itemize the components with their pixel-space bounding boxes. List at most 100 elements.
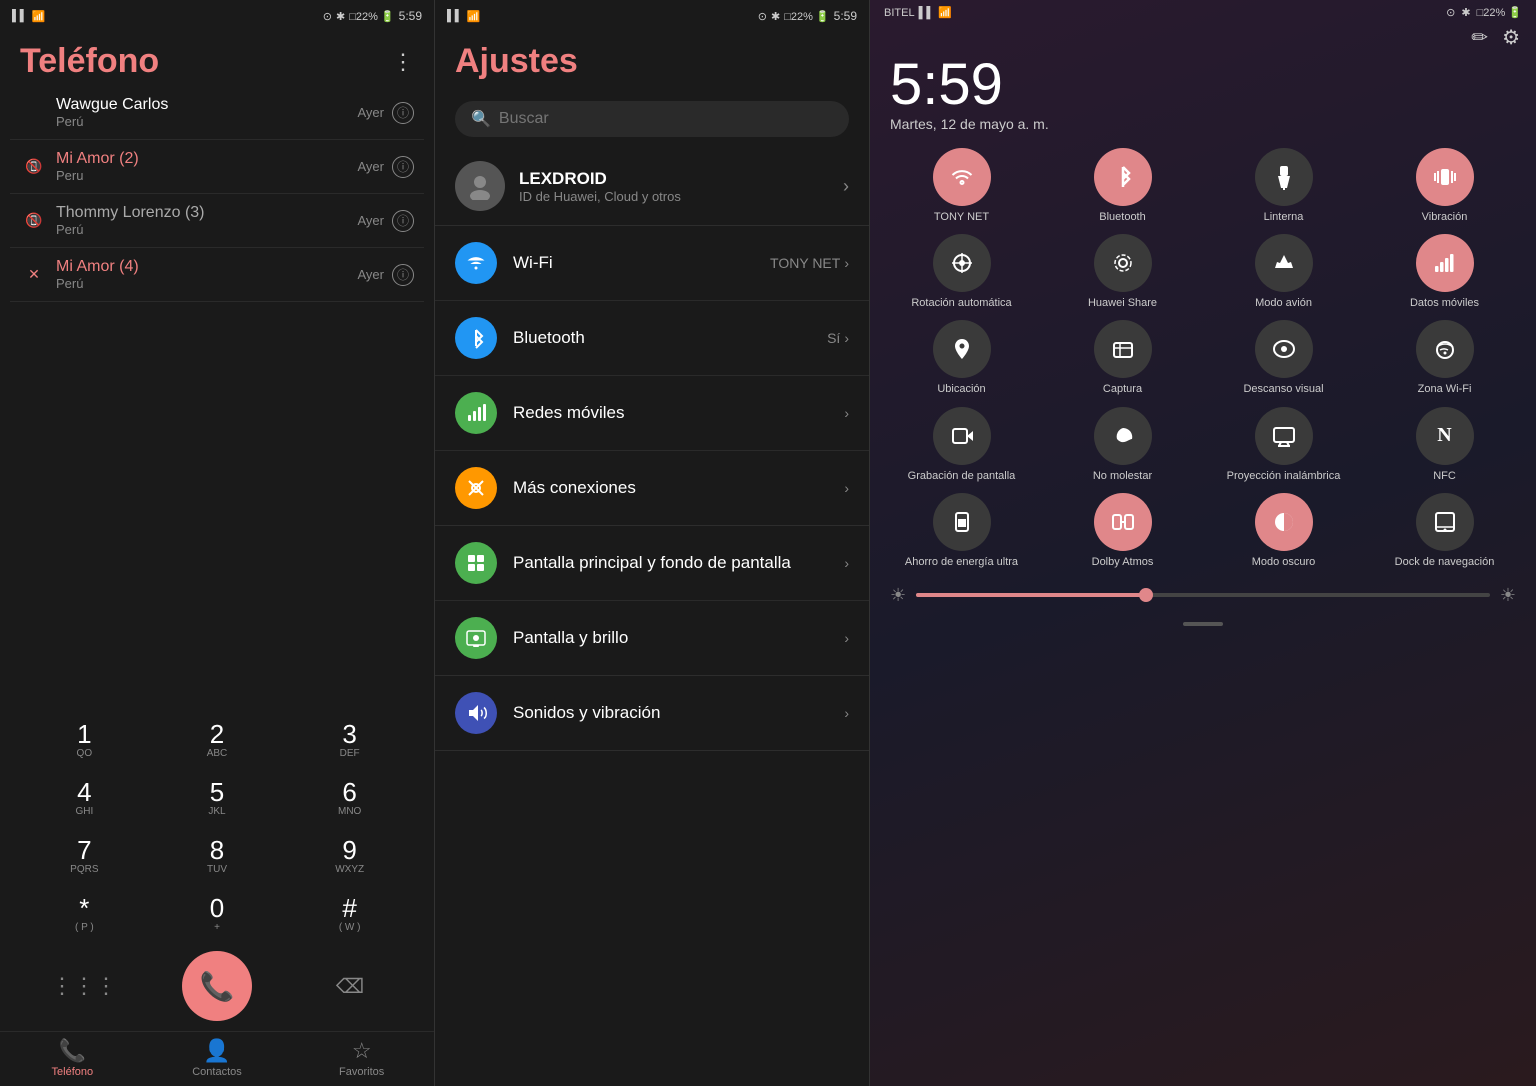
projection-quick-icon <box>1255 407 1313 465</box>
nav-item-telefono[interactable]: 📞 Teléfono <box>0 1038 145 1078</box>
contact-name: Thommy Lorenzo (3) <box>56 204 358 222</box>
contact-info-button[interactable]: ⓘ <box>392 210 414 232</box>
list-item[interactable]: Wawgue Carlos Perú Ayer ⓘ <box>10 86 424 140</box>
gear-icon[interactable]: ⚙ <box>1502 25 1520 50</box>
quick-tile-wifi-zone[interactable]: Zona Wi-Fi <box>1369 320 1520 396</box>
settings-item-homescreen[interactable]: Pantalla principal y fondo de pantalla › <box>435 526 869 601</box>
dark-mode-quick-icon <box>1255 493 1313 551</box>
contact-subtitle: Peru <box>56 168 358 183</box>
list-item[interactable]: ✕ Mi Amor (4) Perú Ayer ⓘ <box>10 248 424 302</box>
profile-info: LEXDROID ID de Huawei, Cloud y otros <box>519 169 843 204</box>
pencil-icon[interactable]: ✏ <box>1471 25 1488 50</box>
contact-time: Ayer <box>358 105 385 120</box>
dial-key-6[interactable]: 6MNO <box>285 771 414 825</box>
contact-subtitle: Perú <box>56 114 358 129</box>
alarm-icon: ⊙ <box>323 10 332 23</box>
homescreen-label: Pantalla principal y fondo de pantalla <box>513 553 828 573</box>
list-item[interactable]: 📵 Thommy Lorenzo (3) Perú Ayer ⓘ <box>10 194 424 248</box>
alarm-icon-3: ⊙ <box>1446 6 1455 19</box>
dialpad-bottom-row: ⋮⋮⋮ 📞 ⌫ <box>20 951 414 1021</box>
dial-key-7[interactable]: 7PQRS <box>20 829 149 883</box>
quick-label-dolby: Dolby Atmos <box>1092 556 1154 569</box>
contact-info-button[interactable]: ⓘ <box>392 102 414 124</box>
mobile-label: Redes móviles <box>513 403 828 423</box>
dial-key-1[interactable]: 1QO <box>20 713 149 767</box>
homescreen-value: › <box>844 555 849 571</box>
quick-label-bluetooth: Bluetooth <box>1099 211 1145 224</box>
contact-info-button[interactable]: ⓘ <box>392 264 414 286</box>
quick-tile-screen-record[interactable]: Grabación de pantalla <box>886 407 1037 483</box>
quick-tile-nav-dock[interactable]: Dock de navegación <box>1369 493 1520 569</box>
contact-details: Wawgue Carlos Perú <box>56 96 358 129</box>
status-bar-1: ▌▌ 📶 ⊙ ✱ □22% 🔋 5:59 <box>0 0 434 32</box>
profile-subtitle: ID de Huawei, Cloud y otros <box>519 189 843 204</box>
quick-tile-ultra-save[interactable]: Ahorro de energía ultra <box>886 493 1037 569</box>
brightness-thumb[interactable] <box>1139 588 1153 602</box>
quick-label-huawei-share: Huawei Share <box>1088 297 1157 310</box>
quick-tile-rest[interactable]: Descanso visual <box>1208 320 1359 396</box>
settings-item-wifi[interactable]: Wi-Fi TONY NET › <box>435 226 869 301</box>
avatar <box>455 161 505 211</box>
search-input[interactable] <box>499 110 833 128</box>
dial-key-9[interactable]: 9WXYZ <box>285 829 414 883</box>
dial-key-hash[interactable]: #( W ) <box>285 887 414 941</box>
wifi-label: Wi-Fi <box>513 253 754 273</box>
settings-item-sound[interactable]: Sonidos y vibración › <box>435 676 869 750</box>
dial-key-0[interactable]: 0+ <box>153 887 282 941</box>
wifi-zone-quick-icon <box>1416 320 1474 378</box>
quick-tile-airplane[interactable]: Modo avión <box>1208 234 1359 310</box>
dial-key-5[interactable]: 5JKL <box>153 771 282 825</box>
settings-section-display: Pantalla principal y fondo de pantalla ›… <box>435 526 869 676</box>
dial-key-star[interactable]: *( P ) <box>20 887 149 941</box>
quick-tile-vibration[interactable]: Vibración <box>1369 148 1520 224</box>
sound-label: Sonidos y vibración <box>513 703 828 723</box>
dialpad-dots-button[interactable]: ⋮⋮⋮ <box>54 956 114 1016</box>
quick-tile-dolby[interactable]: Dolby Atmos <box>1047 493 1198 569</box>
phone-nav-icon: 📞 <box>59 1038 86 1064</box>
contact-info-button[interactable]: ⓘ <box>392 156 414 178</box>
quick-tile-flashlight[interactable]: Linterna <box>1208 148 1359 224</box>
dnd-quick-icon <box>1094 407 1152 465</box>
dial-key-3[interactable]: 3DEF <box>285 713 414 767</box>
bluetooth-quick-icon <box>1094 148 1152 206</box>
favorites-nav-icon: ☆ <box>352 1038 372 1064</box>
more-options-icon[interactable]: ⋮ <box>392 49 414 75</box>
quick-tile-wifi[interactable]: TONY NET <box>886 148 1037 224</box>
mobile-settings-icon <box>455 392 497 434</box>
alarm-icon-2: ⊙ <box>758 10 767 23</box>
list-item[interactable]: 📵 Mi Amor (2) Peru Ayer ⓘ <box>10 140 424 194</box>
quick-tile-dark-mode[interactable]: Modo oscuro <box>1208 493 1359 569</box>
search-bar[interactable]: 🔍 <box>455 101 849 137</box>
dial-key-2[interactable]: 2ABC <box>153 713 282 767</box>
dial-key-4[interactable]: 4GHI <box>20 771 149 825</box>
nav-item-favoritos[interactable]: ☆ Favoritos <box>289 1038 434 1078</box>
clock-2: 5:59 <box>834 9 857 23</box>
dial-key-8[interactable]: 8TUV <box>153 829 282 883</box>
dialpad: 1QO 2ABC 3DEF 4GHI 5JKL 6MNO 7PQRS 8TUV … <box>0 703 434 1031</box>
quick-tile-huawei-share[interactable]: Huawei Share <box>1047 234 1198 310</box>
quick-tile-rotation[interactable]: Rotación automática <box>886 234 1037 310</box>
quick-tile-projection[interactable]: Proyección inalámbrica <box>1208 407 1359 483</box>
contact-time-col: Ayer ⓘ <box>358 102 415 124</box>
settings-item-mobile[interactable]: Redes móviles › <box>435 376 869 451</box>
swipe-hint <box>870 622 1536 626</box>
settings-item-more-connections[interactable]: Más conexiones › <box>435 451 869 525</box>
contact-name: Wawgue Carlos <box>56 96 358 114</box>
contact-subtitle: Perú <box>56 222 358 237</box>
settings-item-display[interactable]: Pantalla y brillo › <box>435 601 869 675</box>
quick-tile-dnd[interactable]: No molestar <box>1047 407 1198 483</box>
quick-tile-nfc[interactable]: N NFC <box>1369 407 1520 483</box>
quick-tile-bluetooth[interactable]: Bluetooth <box>1047 148 1198 224</box>
settings-item-bluetooth[interactable]: Bluetooth Sí › <box>435 301 869 376</box>
quick-tile-capture[interactable]: Captura <box>1047 320 1198 396</box>
nav-label-telefono: Teléfono <box>52 1066 94 1078</box>
quick-tile-mobile-data[interactable]: Datos móviles <box>1369 234 1520 310</box>
quick-tile-location[interactable]: Ubicación <box>886 320 1037 396</box>
profile-row[interactable]: LEXDROID ID de Huawei, Cloud y otros › <box>435 147 869 226</box>
backspace-button[interactable]: ⌫ <box>320 956 380 1016</box>
call-button[interactable]: 📞 <box>182 951 252 1021</box>
vibration-quick-icon <box>1416 148 1474 206</box>
brightness-track[interactable] <box>916 593 1490 597</box>
nav-item-contactos[interactable]: 👤 Contactos <box>145 1038 290 1078</box>
quick-label-screen-record: Grabación de pantalla <box>908 470 1016 483</box>
